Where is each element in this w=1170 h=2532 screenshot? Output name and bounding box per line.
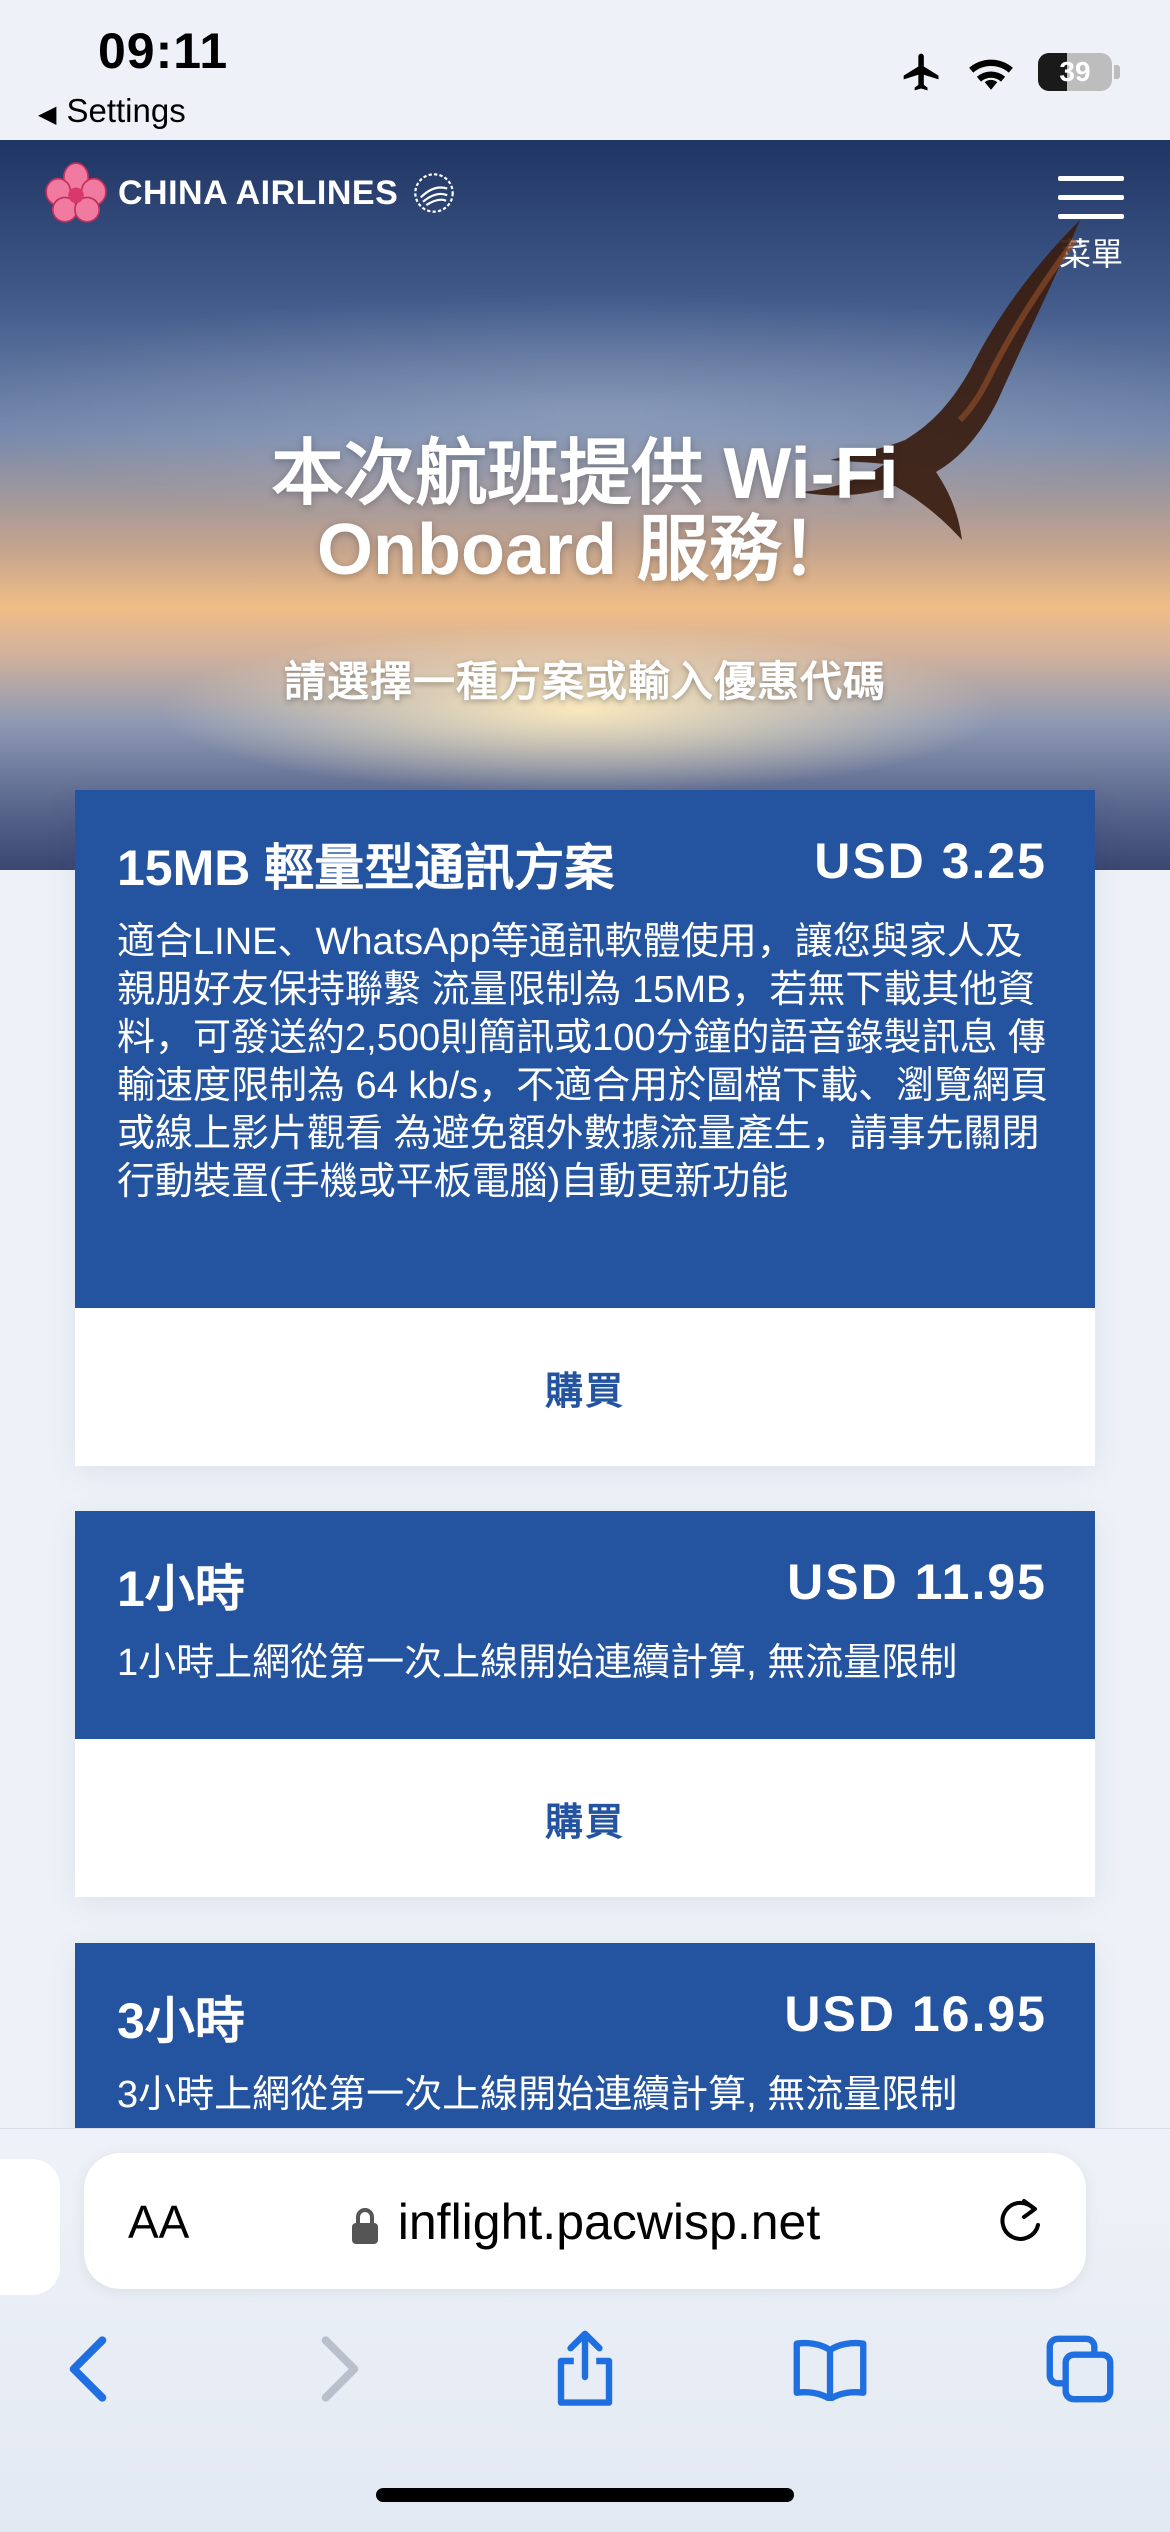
buy-button[interactable]: 購買 bbox=[75, 1308, 1095, 1466]
plan-header: 1小時 USD 11.95 1小時上網從第一次上線開始連續計算, 無流量限制 bbox=[75, 1511, 1095, 1739]
brand-name: CHINA AIRLINES bbox=[118, 173, 399, 212]
battery-icon: 39 bbox=[1038, 53, 1112, 91]
hero-title-line2: Onboard 服務！ bbox=[317, 510, 853, 590]
url-text: inflight.pacwisp.net bbox=[397, 2194, 821, 2250]
bookmarks-icon bbox=[793, 2339, 867, 2401]
address-bar[interactable]: AA inflight.pacwisp.net bbox=[84, 2153, 1086, 2289]
plan-price: USD 3.25 bbox=[814, 833, 1047, 889]
plan-price: USD 16.95 bbox=[784, 1986, 1047, 2042]
back-label: Settings bbox=[66, 92, 186, 129]
airplane-icon bbox=[903, 53, 939, 91]
hero-title-line1: 本次航班提供 Wi-Fi bbox=[271, 434, 899, 514]
back-to-settings-link[interactable]: ◀ Settings bbox=[38, 92, 186, 130]
forward-icon bbox=[321, 2336, 359, 2402]
hero-subtitle: 請選擇一種方案或輸入優惠代碼 bbox=[283, 658, 886, 705]
share-button[interactable] bbox=[545, 2329, 625, 2409]
plan-price: USD 11.95 bbox=[787, 1554, 1047, 1610]
hamburger-icon-bar bbox=[1058, 176, 1124, 181]
plan-description: 適合LINE、WhatsApp等通訊軟體使用，讓您與家人及親朋好友保持聯繫 流量… bbox=[117, 921, 1049, 1203]
tabs-icon bbox=[1046, 2335, 1114, 2403]
plan-card: 1小時 USD 11.95 1小時上網從第一次上線開始連續計算, 無流量限制 購… bbox=[75, 1511, 1095, 1897]
previous-tab-preview[interactable] bbox=[0, 2159, 60, 2295]
status-time: 09:11 bbox=[98, 23, 229, 79]
reload-icon[interactable] bbox=[994, 2195, 1046, 2247]
back-icon bbox=[69, 2336, 107, 2402]
url-field[interactable]: inflight.pacwisp.net bbox=[84, 2193, 1086, 2251]
back-button[interactable] bbox=[48, 2329, 128, 2409]
hero-banner: CHINA AIRLINES 菜單 本次航班提供 Wi-Fi Onboard 服… bbox=[0, 140, 1170, 870]
bookmarks-button[interactable] bbox=[790, 2329, 870, 2409]
status-icons: 39 bbox=[900, 50, 1120, 94]
plum-blossom-icon bbox=[45, 162, 107, 223]
browser-toolbar bbox=[0, 2329, 1170, 2439]
buy-button[interactable]: 購買 bbox=[75, 1739, 1095, 1897]
plan-header: 15MB 輕量型通訊方案 USD 3.25 適合LINE、WhatsApp等通訊… bbox=[75, 790, 1095, 1308]
skyteam-badge-icon bbox=[414, 173, 455, 213]
forward-button[interactable] bbox=[300, 2329, 380, 2409]
tabs-button[interactable] bbox=[1040, 2329, 1120, 2409]
browser-bottom-bar: AA inflight.pacwisp.net bbox=[0, 2128, 1170, 2532]
share-icon bbox=[557, 2330, 613, 2406]
plan-description: 1小時上網從第一次上線開始連續計算, 無流量限制 bbox=[117, 1642, 958, 1684]
home-indicator[interactable] bbox=[376, 2488, 794, 2502]
plan-description: 3小時上網從第一次上線開始連續計算, 無流量限制 bbox=[117, 2074, 958, 2116]
hero-title: 本次航班提供 Wi-Fi Onboard 服務！ bbox=[0, 436, 1170, 588]
battery-tip bbox=[1114, 65, 1120, 79]
plan-card: 15MB 輕量型通訊方案 USD 3.25 適合LINE、WhatsApp等通訊… bbox=[75, 790, 1095, 1466]
status-bar: 09:11 ◀ Settings 39 bbox=[0, 0, 1170, 140]
wifi-icon bbox=[969, 59, 1013, 90]
battery-level: 39 bbox=[1059, 56, 1091, 87]
china-airlines-logo[interactable]: CHINA AIRLINES bbox=[42, 162, 456, 224]
back-triangle-icon: ◀ bbox=[38, 101, 57, 128]
lock-icon bbox=[351, 2207, 378, 2244]
